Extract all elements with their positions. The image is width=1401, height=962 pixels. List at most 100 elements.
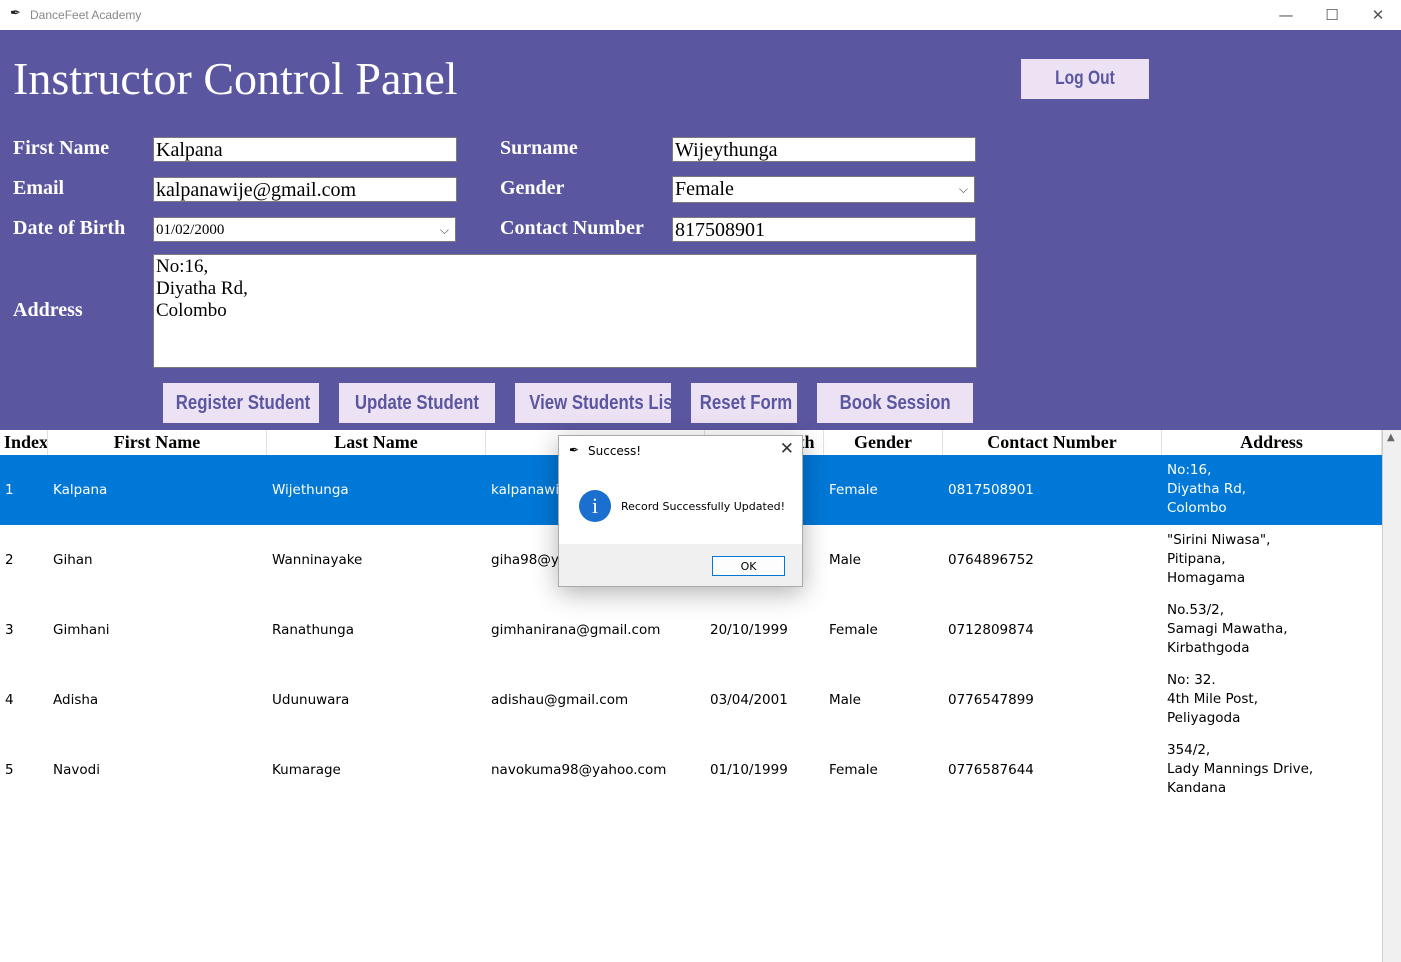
first-name-field[interactable]: Kalpana [153,137,457,162]
table-row[interactable]: 3 Gimhani Ranathunga gimhanirana@gmail.com 2… [0,595,1382,665]
table-cell-contact: 0776547899 [948,692,1034,708]
address-line: Samagi Mawatha, [1167,621,1288,637]
address-line: 4th Mile Post, [1167,691,1259,707]
table-cell-first: Gimhani [53,622,110,638]
control-panel: Instructor Control Panel Log Out First N… [0,30,1401,430]
feather-icon: ✒ [10,6,21,21]
view-students-list-button[interactable]: View Students List [515,383,678,423]
page-title: Instructor Control Panel [13,53,458,104]
column-header-index[interactable]: Index [0,430,48,455]
table-cell-last: Ranathunga [272,622,354,638]
chevron-down-icon[interactable]: ⌵ [440,218,449,241]
column-header-first-name[interactable]: First Name [48,430,267,455]
window-titlebar: ✒ DanceFeet Academy — ☐ ✕ [0,0,1401,30]
dialog-footer: OK [559,544,802,586]
table-cell-last: Kumarage [272,762,341,778]
table-cell-dob: 20/10/1999 [710,622,788,638]
table-cell-gender: Male [829,552,861,568]
address-line: Pitipana, [1167,551,1226,567]
address-line: No:16, [156,256,209,277]
surname-field[interactable]: Wijeythunga [672,137,976,162]
table-cell-address: "Sirini Niwasa", Pitipana, Homagama [1167,525,1270,595]
table-cell-address: No.53/2, Samagi Mawatha, Kirbathgoda [1167,595,1288,665]
email-label: Email [13,177,65,199]
table-cell-gender: Male [829,692,861,708]
table-scrollbar[interactable]: ▲ [1382,430,1401,962]
address-textarea[interactable]: No:16, Diyatha Rd, Colombo [153,254,977,368]
table-cell-contact: 0764896752 [948,552,1034,568]
contact-label: Contact Number [500,217,644,239]
minimize-button[interactable]: — [1263,0,1309,30]
table-cell-email: adishau@gmail.com [491,692,629,708]
close-icon[interactable]: ✕ [780,439,794,459]
chevron-down-icon[interactable]: ⌵ [959,177,968,201]
email-field[interactable]: kalpanawije@gmail.com [153,177,457,202]
dialog-title: Success! [588,444,642,458]
address-line: Diyatha Rd, [1167,481,1247,497]
table-cell-contact: 0817508901 [948,482,1034,498]
gender-select[interactable]: Female ⌵ [672,176,975,203]
address-line: Lady Mannings Drive, [1167,761,1314,777]
dialog-message: Record Successfully Updated! [621,500,785,513]
register-student-button[interactable]: Register Student [163,383,319,423]
ok-button[interactable]: OK [712,556,785,576]
table-cell-last: Wijethunga [272,482,349,498]
table-cell-email: gimhanirana@gmail.com [491,622,661,638]
table-row[interactable]: 5 Navodi Kumarage navokuma98@yahoo.com 01/10… [0,735,1382,805]
table-cell-contact: 0776587644 [948,762,1034,778]
dob-label: Date of Birth [13,217,126,239]
close-window-button[interactable]: ✕ [1355,0,1401,30]
surname-label: Surname [500,137,578,159]
table-cell-index: 1 [5,482,14,498]
address-line: Kirbathgoda [1167,640,1250,656]
address-line: No.53/2, [1167,602,1225,618]
address-line: Colombo [1167,500,1227,516]
column-header-last-name[interactable]: Last Name [267,430,486,455]
reset-form-button[interactable]: Reset Form [691,383,797,423]
table-cell-first: Gihan [53,552,93,568]
address-line: Homagama [1167,570,1246,586]
address-line: Diyatha Rd, [156,278,248,299]
table-cell-first: Adisha [53,692,99,708]
table-cell-gender: Female [829,622,878,638]
maximize-button[interactable]: ☐ [1309,0,1355,30]
table-row[interactable]: 4 Adisha Udunuwara adishau@gmail.com 03/04/2… [0,665,1382,735]
address-line: No:16, [1167,462,1212,478]
address-line: Colombo [156,300,227,321]
feather-icon: ✒ [569,443,580,457]
table-cell-index: 3 [5,622,14,638]
address-line: Peliyagoda [1167,710,1241,726]
table-cell-dob: 01/10/1999 [710,762,788,778]
address-label: Address [13,299,83,321]
table-cell-dob: 03/04/2001 [710,692,788,708]
book-session-button[interactable]: Book Session [817,383,973,423]
success-dialog: ✒ Success! ✕ i Record Successfully Updat… [558,435,803,587]
scroll-up-icon[interactable]: ▲ [1387,432,1395,443]
table-cell-contact: 0712809874 [948,622,1034,638]
dob-picker[interactable]: 01/02/2000 ⌵ [153,217,456,242]
table-cell-address: 354/2, Lady Mannings Drive, Kandana [1167,735,1313,805]
column-header-address[interactable]: Address [1162,430,1382,455]
table-cell-gender: Female [829,762,878,778]
address-line: No: 32. [1167,672,1216,688]
address-line: 354/2, [1167,742,1211,758]
address-line: Kandana [1167,780,1227,796]
logout-button[interactable]: Log Out [1021,59,1149,99]
table-cell-first: Navodi [53,762,100,778]
address-line: "Sirini Niwasa", [1167,532,1271,548]
table-cell-index: 4 [5,692,14,708]
table-cell-index: 2 [5,552,14,568]
gender-value: Female [675,178,734,200]
info-icon: i [579,490,611,522]
dob-value: 01/02/2000 [156,222,225,238]
table-cell-first: Kalpana [53,482,108,498]
table-cell-address: No:16, Diyatha Rd, Colombo [1167,455,1246,525]
table-cell-email: navokuma98@yahoo.com [491,762,667,778]
column-header-contact[interactable]: Contact Number [943,430,1162,455]
contact-field[interactable]: 817508901 [672,217,976,242]
table-cell-last: Wanninayake [272,552,363,568]
window-title: DanceFeet Academy [30,8,142,22]
column-header-gender[interactable]: Gender [824,430,943,455]
table-cell-address: No: 32. 4th Mile Post, Peliyagoda [1167,665,1258,735]
update-student-button[interactable]: Update Student [339,383,495,423]
